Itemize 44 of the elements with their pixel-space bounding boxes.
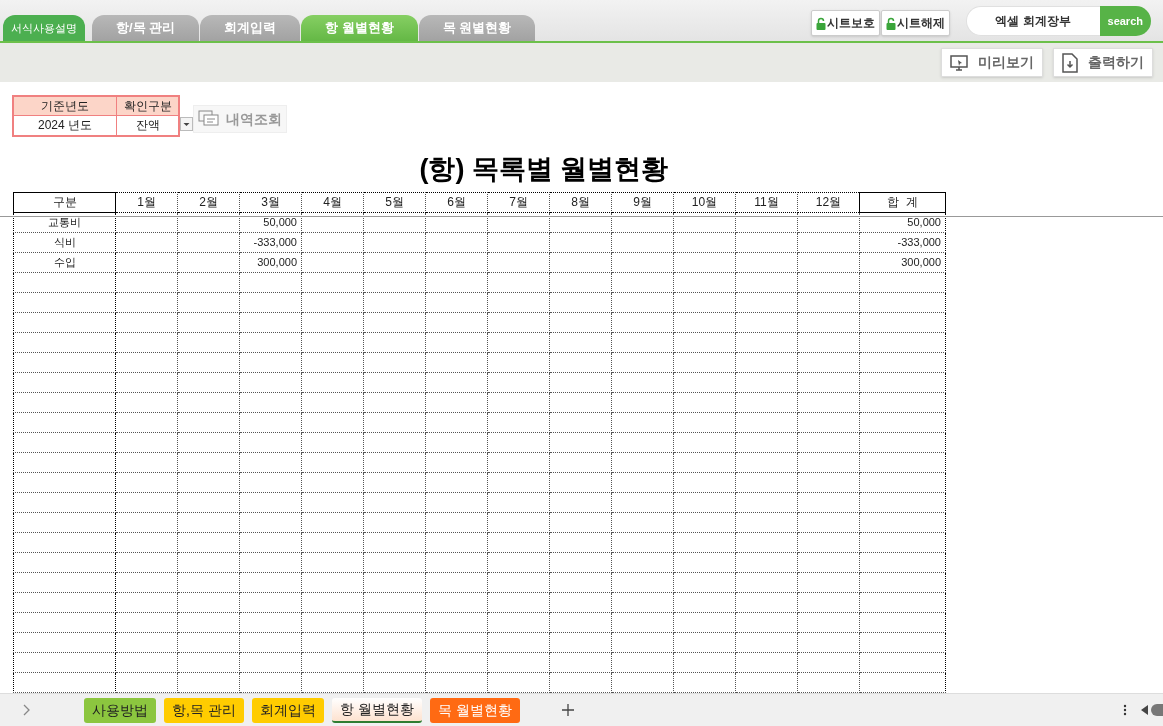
scroll-left-icon[interactable] (1141, 705, 1149, 715)
filter-header: 기준년도 (14, 97, 117, 116)
column-header: 4월 (301, 192, 364, 212)
toolbar-button[interactable]: 미리보기 (941, 48, 1043, 77)
sheet-tab[interactable]: 항 월별현황 (331, 697, 422, 723)
more-icon[interactable] (1123, 704, 1127, 716)
table-cell: -333,000 (239, 232, 302, 252)
sheet-tab[interactable]: 회계입력 (251, 697, 324, 723)
filter-header: 확인구분 (117, 97, 178, 116)
column-header: 3월 (239, 192, 302, 212)
column-header: 합 계 (859, 192, 946, 212)
column-header: 7월 (487, 192, 550, 212)
sheet-lock-button[interactable]: 시트보호 (810, 10, 880, 36)
document-icon (1062, 52, 1078, 73)
monitor-icon (950, 53, 968, 72)
year-cell[interactable]: 2024 년도 (14, 116, 117, 135)
plus-icon[interactable] (561, 704, 574, 716)
column-header: 구분 (13, 192, 116, 212)
sheet-lock-button[interactable]: 시트해제 (880, 10, 950, 36)
column-header: 5월 (363, 192, 426, 212)
search-field[interactable]: 엑셀 회계장부 (965, 6, 1100, 36)
column-header: 2월 (177, 192, 240, 212)
padlock-icon (815, 16, 826, 30)
column-header: 9월 (611, 192, 674, 212)
report-title: (항) 목록별 월별현황 (419, 153, 669, 186)
table-cell: 300,000 (239, 252, 302, 272)
column-header: 6월 (425, 192, 488, 212)
sheet-tab[interactable]: 항,목 관리 (164, 697, 244, 723)
column-header: 10월 (673, 192, 736, 212)
column-header: 11월 (735, 192, 798, 212)
table-cell: 식비 (13, 232, 116, 252)
table-cell: 300,000 (859, 252, 946, 272)
column-header: 12월 (797, 192, 860, 212)
sheet-tab[interactable]: 사용방법 (84, 697, 156, 723)
toolbar-button[interactable]: 출력하기 (1053, 48, 1153, 77)
scrollbar-thumb[interactable] (1151, 704, 1163, 716)
table-cell: 수입 (13, 252, 116, 272)
table-cell: -333,000 (859, 232, 946, 252)
column-header: 1월 (115, 192, 178, 212)
padlock-icon (885, 16, 896, 30)
type-cell[interactable]: 잔액 (117, 116, 178, 135)
chevron-right-icon[interactable] (22, 704, 30, 716)
chat-icon (198, 110, 220, 128)
column-header: 8월 (549, 192, 612, 212)
